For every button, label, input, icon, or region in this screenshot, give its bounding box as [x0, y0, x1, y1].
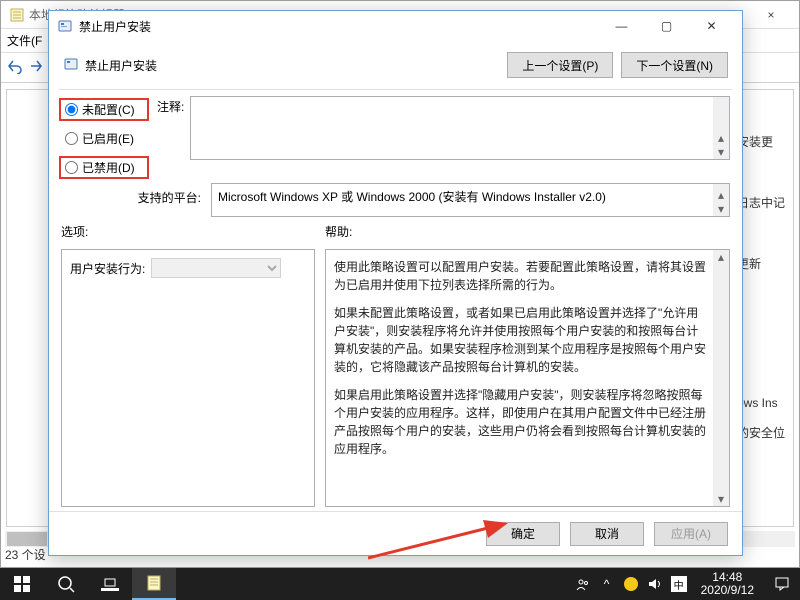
cancel-button[interactable]: 取消 — [570, 522, 644, 546]
notifications-button[interactable] — [768, 568, 796, 600]
platform-value-box: Microsoft Windows XP 或 Windows 2000 (安装有… — [211, 183, 730, 217]
forward-icon[interactable] — [27, 58, 43, 77]
radio-enabled-input[interactable] — [65, 132, 78, 145]
scroll-up-icon[interactable]: ▴ — [713, 188, 729, 202]
dialog-heading: 禁止用户安装 — [85, 57, 157, 74]
help-text: 使用此策略设置可以配置用户安装。若要配置此策略设置，请将其设置为已启用并使用下拉… — [334, 258, 707, 294]
platform-label: 支持的平台: — [61, 183, 211, 206]
bg-right-clips: 安装更 日志中记 更新 ows Ins 的安全位 — [737, 91, 793, 483]
scrollbar-v[interactable]: ▴▾ — [713, 97, 729, 159]
scroll-down-icon[interactable]: ▾ — [713, 145, 729, 159]
clip: ows Ins — [737, 394, 793, 412]
options-label: 选项: — [61, 223, 325, 243]
help-label: 帮助: — [325, 223, 352, 243]
bg-status: 23 个设 — [5, 546, 46, 563]
system-tray: ^ 中 14:48 2020/9/12 — [575, 568, 800, 600]
next-setting-button[interactable]: 下一个设置(N) — [621, 52, 728, 78]
radio-enabled[interactable]: 已启用(E) — [61, 129, 147, 148]
tray-people-icon[interactable] — [575, 577, 591, 591]
radio-label: 未配置(C) — [82, 101, 135, 118]
bg-close-button[interactable]: × — [751, 1, 791, 29]
scroll-down-icon[interactable]: ▾ — [713, 202, 729, 216]
radio-label: 已禁用(D) — [82, 159, 135, 176]
scroll-up-icon[interactable]: ▴ — [713, 250, 729, 264]
scrollbar-v[interactable]: ▴▾ — [713, 250, 729, 506]
apply-button[interactable]: 应用(A) — [654, 522, 728, 546]
scroll-up-icon[interactable]: ▴ — [713, 131, 729, 145]
tray-chevron-icon[interactable]: ^ — [599, 577, 615, 591]
state-radios: 未配置(C) 已启用(E) 已禁用(D) — [61, 96, 147, 177]
taskbar: ^ 中 14:48 2020/9/12 — [0, 568, 800, 600]
help-panel: 使用此策略设置可以配置用户安装。若要配置此策略设置，请将其设置为已启用并使用下拉… — [325, 249, 730, 507]
clip: 日志中记 — [737, 192, 793, 213]
dlg-max-button[interactable]: ▢ — [644, 12, 689, 40]
radio-label: 已启用(E) — [82, 130, 134, 147]
dlg-close-button[interactable]: ✕ — [689, 12, 734, 40]
prev-setting-button[interactable]: 上一个设置(P) — [507, 52, 613, 78]
policy-icon — [57, 18, 73, 34]
search-button[interactable] — [44, 568, 88, 600]
dialog-title: 禁止用户安装 — [79, 18, 599, 35]
radio-notconfigured[interactable]: 未配置(C) — [61, 100, 147, 119]
scroll-thumb[interactable] — [7, 532, 47, 546]
radio-disabled[interactable]: 已禁用(D) — [61, 158, 147, 177]
taskbar-clock[interactable]: 14:48 2020/9/12 — [695, 571, 760, 597]
option-behavior-label: 用户安装行为: — [70, 260, 145, 277]
scrollbar-v[interactable]: ▴▾ — [713, 184, 729, 216]
dlg-min-button[interactable]: — — [599, 12, 644, 40]
taskview-button[interactable] — [88, 568, 132, 600]
notepad-icon — [9, 7, 25, 23]
platform-value: Microsoft Windows XP 或 Windows 2000 (安装有… — [218, 190, 606, 204]
help-text: 如果未配置此策略设置，或者如果已启用此策略设置并选择了"允许用户安装"，则安装程… — [334, 304, 707, 376]
comment-label: 注释: — [157, 96, 184, 177]
taskbar-app[interactable] — [132, 568, 176, 600]
radio-notconfigured-input[interactable] — [65, 103, 78, 116]
clock-date: 2020/9/12 — [701, 584, 754, 597]
start-button[interactable] — [0, 568, 44, 600]
help-text: 如果启用此策略设置并选择"隐藏用户安装"，则安装程序将忽略按照每个用户安装的应用… — [334, 386, 707, 458]
ime-indicator[interactable]: 中 — [671, 576, 687, 592]
dialog-titlebar: 禁止用户安装 — ▢ ✕ — [49, 11, 742, 41]
tray-status-icon[interactable] — [623, 577, 639, 591]
clip: 安装更 — [737, 131, 793, 152]
dialog-buttons: 确定 取消 应用(A) — [49, 511, 742, 555]
clip: 的安全位 — [737, 422, 793, 443]
policy-icon — [63, 56, 79, 75]
policy-dialog: 禁止用户安装 — ▢ ✕ 禁止用户安装 上一个设置(P) 下一个设置(N) 未配… — [48, 10, 743, 556]
back-icon[interactable] — [7, 58, 23, 77]
dialog-header: 禁止用户安装 上一个设置(P) 下一个设置(N) — [49, 41, 742, 89]
menu-file[interactable]: 文件(F — [7, 32, 42, 49]
comment-textarea[interactable]: ▴▾ — [190, 96, 730, 160]
options-panel: 用户安装行为: — [61, 249, 315, 507]
radio-disabled-input[interactable] — [65, 161, 78, 174]
comment-row: 注释: ▴▾ — [157, 96, 730, 177]
ok-button[interactable]: 确定 — [486, 522, 560, 546]
behavior-select — [151, 258, 281, 278]
clip: 更新 — [737, 253, 793, 274]
tray-volume-icon[interactable] — [647, 577, 663, 591]
scroll-down-icon[interactable]: ▾ — [713, 492, 729, 506]
